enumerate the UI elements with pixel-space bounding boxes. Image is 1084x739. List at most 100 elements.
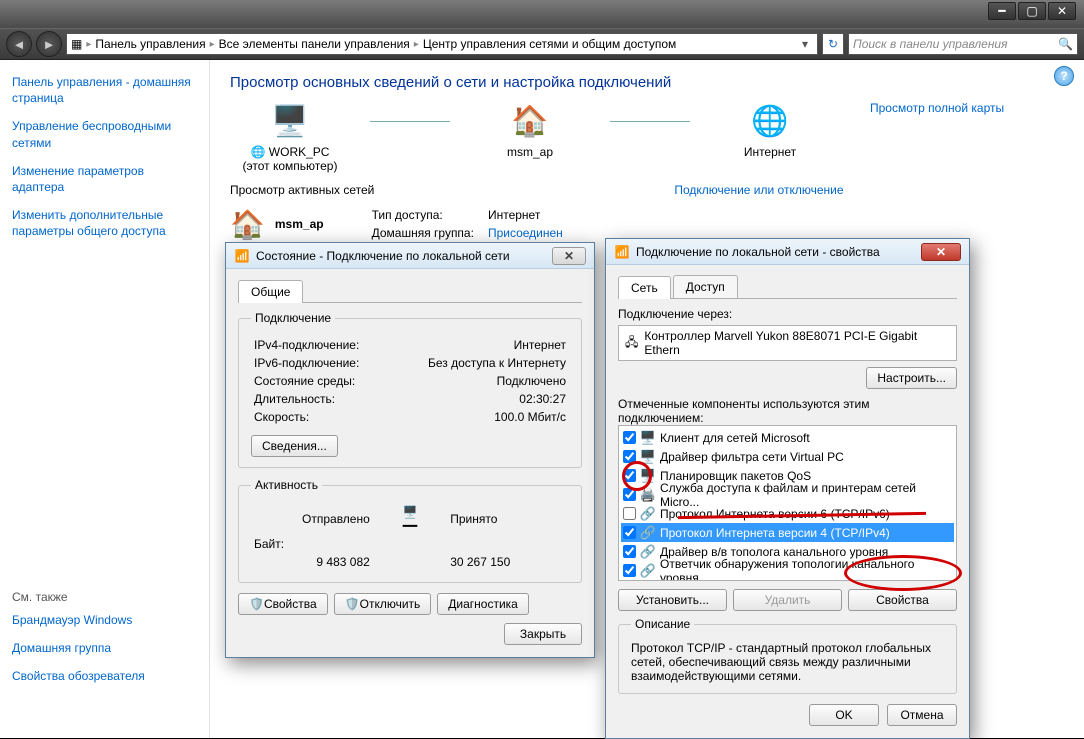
configure-button[interactable]: Настроить... (866, 367, 957, 389)
protocol-icon: 🔗 (640, 506, 656, 522)
properties-tabs: Сеть Доступ (618, 275, 957, 299)
component-checkbox[interactable] (623, 564, 636, 577)
diagnose-button[interactable]: Диагностика (437, 593, 529, 615)
properties-dialog-title: Подключение по локальной сети - свойства (636, 245, 915, 259)
component-checkbox[interactable] (623, 488, 636, 501)
component-item[interactable]: 🖥️Драйвер фильтра сети Virtual PC (621, 447, 954, 466)
properties-button[interactable]: 🛡️Свойства (238, 593, 328, 615)
component-item[interactable]: 🖥️Клиент для сетей Microsoft (621, 428, 954, 447)
properties-dialog-close-button[interactable]: ✕ (921, 243, 961, 261)
share-icon: 🖨️ (640, 487, 656, 503)
components-label: Отмеченные компоненты используются этим … (618, 397, 957, 425)
breadcrumb-item[interactable]: Центр управления сетями и общим доступом (423, 37, 677, 51)
qos-icon: 🖥️ (640, 468, 656, 484)
component-label: Клиент для сетей Microsoft (660, 431, 810, 445)
sidebar-link-adapter-settings[interactable]: Изменение параметров адаптера (12, 163, 197, 195)
shield-icon: 🛡️ (249, 597, 264, 611)
adapter-icon: 🖧 (625, 333, 638, 354)
ok-button[interactable]: OK (809, 704, 879, 726)
search-placeholder: Поиск в панели управления (853, 37, 1008, 51)
status-dialog-close-button[interactable]: ✕ (552, 247, 586, 265)
properties-dialog-titlebar[interactable]: 📶 Подключение по локальной сети - свойст… (606, 239, 969, 265)
component-label: Ответчик обнаружения топологии канальног… (660, 557, 952, 582)
breadcrumb-bar[interactable]: ▦ ▸ Панель управления ▸ Все элементы пан… (66, 33, 818, 55)
close-window-button[interactable]: ✕ (1048, 2, 1076, 20)
duration-label: Длительность: (253, 391, 388, 407)
tab-network[interactable]: Сеть (618, 276, 671, 299)
bytes-recv-value: 30 267 150 (449, 554, 567, 570)
network-node-pc: 🖥️ 🌐 WORK_PC (этот компьютер) (230, 101, 350, 173)
status-dialog-title: Состояние - Подключение по локальной сет… (256, 249, 546, 263)
nav-forward-button[interactable]: ► (36, 31, 62, 57)
disable-button[interactable]: 🛡️Отключить (334, 593, 432, 615)
explorer-toolbar: ◄ ► ▦ ▸ Панель управления ▸ Все элементы… (0, 28, 1084, 60)
pc-name: WORK_PC (269, 145, 330, 159)
activity-graphic-icon: 🖥️━━ (373, 504, 447, 534)
address-dropdown-icon[interactable]: ▾ (797, 37, 813, 51)
access-type-label: Тип доступа: (366, 207, 480, 223)
component-checkbox[interactable] (623, 431, 636, 444)
adapter-field: 🖧 Контроллер Marvell Yukon 88E8071 PCI-E… (618, 325, 957, 361)
component-checkbox[interactable] (623, 469, 636, 482)
speed-label: Скорость: (253, 409, 388, 425)
help-button[interactable]: ? (1054, 66, 1074, 86)
cancel-button[interactable]: Отмена (887, 704, 957, 726)
status-dialog-titlebar[interactable]: 📶 Состояние - Подключение по локальной с… (226, 243, 594, 269)
component-checkbox[interactable] (623, 526, 636, 539)
access-type-value: Интернет (482, 207, 569, 223)
adapter-text: Контроллер Marvell Yukon 88E8071 PCI-E G… (644, 329, 950, 357)
media-value: Подключено (390, 373, 567, 389)
component-label: Протокол Интернета версии 4 (TCP/IPv4) (660, 526, 890, 540)
component-checkbox[interactable] (623, 450, 636, 463)
full-map-link[interactable]: Просмотр полной карты (870, 101, 1004, 115)
sidebar-link-home[interactable]: Панель управления - домашняя страница (12, 74, 197, 106)
see-also-firewall[interactable]: Брандмауэр Windows (12, 612, 197, 628)
close-button[interactable]: Закрыть (504, 623, 582, 645)
maximize-button[interactable]: ▢ (1018, 2, 1046, 20)
bytes-sent-value: 9 483 082 (253, 554, 371, 570)
tab-access[interactable]: Доступ (673, 275, 738, 298)
protocol-icon: 🔗 (640, 544, 656, 560)
network-line-icon (610, 121, 690, 122)
component-item[interactable]: 🔗Ответчик обнаружения топологии канально… (621, 561, 954, 580)
breadcrumb-item[interactable]: Панель управления (95, 37, 205, 51)
component-properties-button[interactable]: Свойства (848, 589, 957, 611)
router-icon: 🏠 (510, 101, 550, 141)
recv-label: Принято (449, 504, 567, 534)
component-item[interactable]: 🖨️Служба доступа к файлам и принтерам се… (621, 485, 954, 504)
details-button[interactable]: Сведения... (251, 435, 338, 457)
component-item[interactable]: 🔗Протокол Интернета версии 4 (TCP/IPv4) (621, 523, 954, 542)
breadcrumb-item[interactable]: Все элементы панели управления (219, 37, 410, 51)
see-also-browser-props[interactable]: Свойства обозревателя (12, 668, 197, 684)
properties-dialog: 📶 Подключение по локальной сети - свойст… (605, 238, 970, 739)
search-input[interactable]: Поиск в панели управления 🔍 (848, 33, 1078, 55)
media-label: Состояние среды: (253, 373, 388, 389)
description-text: Протокол TCP/IP - стандартный протокол г… (631, 641, 944, 683)
ipv6-label: IPv6-подключение: (253, 355, 388, 371)
connection-fieldset: Подключение IPv4-подключение:Интернет IP… (238, 311, 582, 468)
activity-legend: Активность (251, 478, 322, 492)
tab-general[interactable]: Общие (238, 280, 303, 303)
install-button[interactable]: Установить... (618, 589, 727, 611)
page-title: Просмотр основных сведений о сети и наст… (230, 74, 1064, 91)
sidebar-link-sharing-settings[interactable]: Изменить дополнительные параметры общего… (12, 207, 197, 239)
component-checkbox[interactable] (623, 545, 636, 558)
uninstall-button: Удалить (733, 589, 842, 611)
bytes-label: Байт: (253, 536, 371, 552)
sidebar: Панель управления - домашняя страница Уп… (0, 60, 210, 738)
connect-disconnect-link[interactable]: Подключение или отключение (674, 183, 843, 197)
refresh-button[interactable]: ↻ (822, 33, 844, 55)
breadcrumb-sep-icon: ▸ (210, 39, 215, 50)
see-also-homegroup[interactable]: Домашняя группа (12, 640, 197, 656)
nav-back-button[interactable]: ◄ (6, 31, 32, 57)
components-list[interactable]: 🖥️Клиент для сетей Microsoft🖥️Драйвер фи… (618, 425, 957, 581)
ipv6-value: Без доступа к Интернету (390, 355, 567, 371)
breadcrumb-sep-icon: ▸ (414, 39, 419, 50)
sidebar-link-wireless[interactable]: Управление беспроводными сетями (12, 118, 197, 150)
computer-icon: 🖥️ (270, 101, 310, 141)
network-icon: 📶 (614, 244, 630, 260)
homegroup-link[interactable]: Присоединен (482, 225, 569, 241)
minimize-button[interactable]: ━ (988, 2, 1016, 20)
component-checkbox[interactable] (623, 507, 636, 520)
network-node-internet: 🌐 Интернет (710, 101, 830, 159)
